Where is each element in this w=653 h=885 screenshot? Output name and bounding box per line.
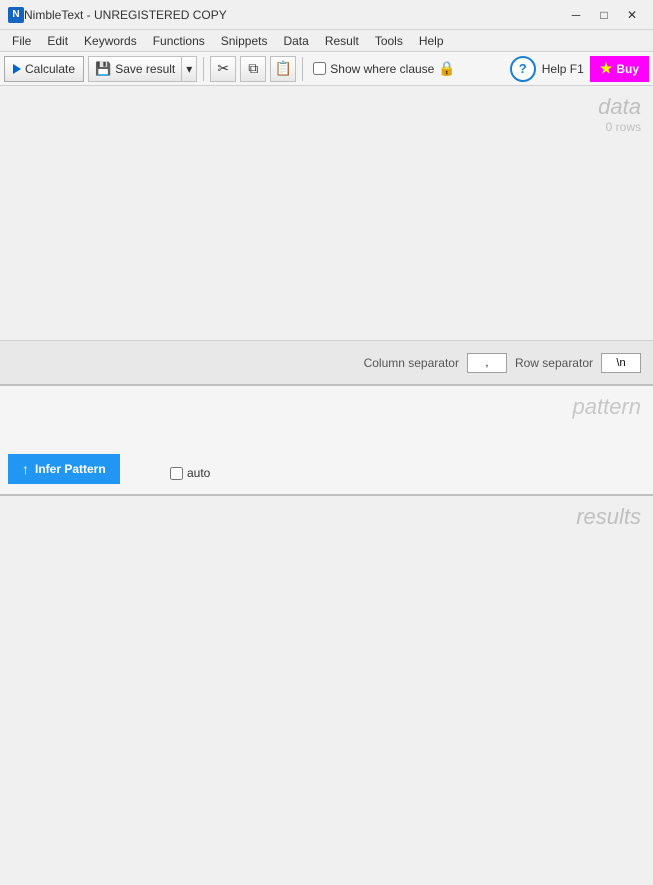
buy-label: Buy — [616, 62, 639, 76]
menu-file[interactable]: File — [4, 30, 39, 52]
results-section-label: results — [576, 504, 641, 530]
save-result-label: Save result — [115, 62, 175, 76]
calculate-button[interactable]: Calculate — [4, 56, 84, 82]
maximize-button[interactable]: □ — [591, 4, 617, 26]
main-content: data 0 rows Column separator Row separat… — [0, 86, 653, 885]
data-section-label: data — [598, 94, 641, 120]
infer-pattern-button[interactable]: ↑ Infer Pattern — [8, 454, 120, 484]
menu-bar: File Edit Keywords Functions Snippets Da… — [0, 30, 653, 52]
menu-help[interactable]: Help — [411, 30, 452, 52]
paste-button[interactable]: 📋 — [270, 56, 296, 82]
menu-keywords[interactable]: Keywords — [76, 30, 145, 52]
title-text: NimbleText - UNREGISTERED COPY — [24, 8, 563, 22]
auto-label[interactable]: auto — [187, 466, 210, 480]
results-section: results — [0, 496, 653, 885]
toolbar-separator-2 — [302, 57, 303, 81]
menu-edit[interactable]: Edit — [39, 30, 76, 52]
menu-functions[interactable]: Functions — [145, 30, 213, 52]
f1-label: Help F1 — [542, 62, 584, 76]
close-button[interactable]: ✕ — [619, 4, 645, 26]
app-logo: N — [8, 7, 24, 23]
row-separator-input[interactable] — [601, 353, 641, 373]
separator-bar: Column separator Row separator — [0, 340, 653, 384]
toolbar-separator-1 — [203, 57, 204, 81]
rows-label: 0 rows — [606, 120, 641, 134]
auto-checkbox-area: auto — [170, 466, 210, 480]
help-button[interactable]: ? — [510, 56, 536, 82]
up-arrow-icon: ↑ — [22, 461, 29, 477]
column-separator-input[interactable] — [467, 353, 507, 373]
save-result-dropdown-arrow[interactable]: ▾ — [182, 57, 196, 81]
row-separator-label: Row separator — [515, 356, 593, 370]
pattern-section-label: pattern — [573, 394, 642, 420]
where-clause-checkbox[interactable] — [313, 62, 326, 75]
data-section: data 0 rows Column separator Row separat… — [0, 86, 653, 386]
copy-button[interactable]: ⧉ — [240, 56, 266, 82]
menu-tools[interactable]: Tools — [367, 30, 411, 52]
minimize-button[interactable]: ─ — [563, 4, 589, 26]
cut-button[interactable]: ✂ — [210, 56, 236, 82]
infer-pattern-label: Infer Pattern — [35, 462, 106, 476]
menu-snippets[interactable]: Snippets — [213, 30, 276, 52]
title-bar: N NimbleText - UNREGISTERED COPY ─ □ ✕ — [0, 0, 653, 30]
help-text: Help — [542, 62, 570, 76]
buy-star-icon: ★ — [600, 60, 613, 77]
f1-text: F1 — [570, 62, 584, 76]
save-result-main[interactable]: 💾 Save result — [89, 57, 182, 81]
floppy-icon: 💾 — [95, 61, 111, 77]
data-editor[interactable] — [0, 86, 653, 340]
toolbar: Calculate 💾 Save result ▾ ✂ ⧉ 📋 Show whe… — [0, 52, 653, 86]
menu-result[interactable]: Result — [317, 30, 367, 52]
help-area: ? Help F1 ★ Buy — [510, 56, 649, 82]
lock-icon: 🔒 — [438, 60, 455, 77]
where-clause-area: Show where clause 🔒 — [313, 60, 456, 77]
buy-button[interactable]: ★ Buy — [590, 56, 649, 82]
menu-data[interactable]: Data — [275, 30, 316, 52]
calculate-label: Calculate — [25, 62, 75, 76]
where-clause-label[interactable]: Show where clause — [330, 62, 434, 76]
play-icon — [13, 64, 21, 74]
auto-checkbox[interactable] — [170, 467, 183, 480]
column-separator-label: Column separator — [364, 356, 459, 370]
save-result-button[interactable]: 💾 Save result ▾ — [88, 56, 197, 82]
window-controls: ─ □ ✕ — [563, 4, 645, 26]
pattern-section: pattern ↑ Infer Pattern auto — [0, 386, 653, 496]
